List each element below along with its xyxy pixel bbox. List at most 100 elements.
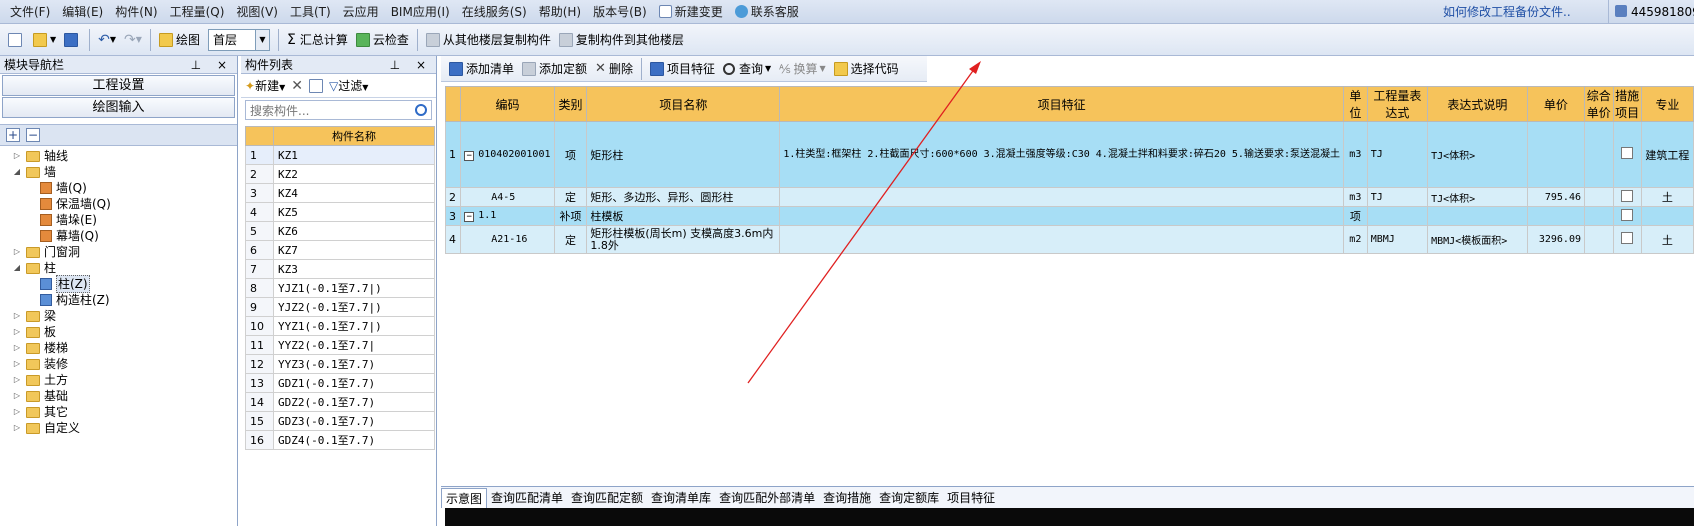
tab-match-bill[interactable]: 查询匹配清单	[487, 488, 567, 508]
component-name[interactable]: GDZ3(-0.1至7.7)	[273, 411, 435, 431]
copy-to-floor-button[interactable]: 复制构件到其他楼层	[555, 28, 688, 52]
bill-comp-price[interactable]	[1584, 187, 1614, 207]
menu-bim[interactable]: BIM应用(I)	[385, 0, 456, 24]
menu-version[interactable]: 版本号(B)	[587, 0, 653, 24]
component-row[interactable]: 5 KZ6	[245, 221, 435, 241]
tree-item[interactable]: ▷ 楼梯	[0, 340, 237, 356]
copy-icon[interactable]	[308, 78, 323, 93]
pin-close-icon[interactable]: ⊥ ×	[191, 56, 237, 73]
bill-price[interactable]	[1526, 206, 1586, 226]
component-row[interactable]: 1 KZ1	[245, 145, 435, 165]
select-code-button[interactable]: 选择代码	[830, 57, 903, 81]
component-row[interactable]: 6 KZ7	[245, 240, 435, 260]
component-name[interactable]: YYZ2(-0.1至7.7|	[273, 335, 435, 355]
bill-name[interactable]: 柱模板	[586, 206, 781, 226]
bill-code-cell[interactable]: −010402001001	[460, 121, 555, 188]
measure-checkbox[interactable]	[1621, 232, 1634, 244]
floor-select[interactable]: 首层 ▼	[207, 28, 270, 51]
measure-checkbox[interactable]	[1621, 189, 1634, 202]
save-button[interactable]	[60, 28, 85, 52]
bill-unit[interactable]: m3	[1342, 187, 1368, 207]
tree-item[interactable]: ◢ 墙	[0, 164, 237, 180]
component-name[interactable]: KZ4	[273, 183, 435, 203]
expand-toggle-icon[interactable]: ▷	[12, 388, 22, 404]
component-name[interactable]: YJZ2(-0.1至7.7|)	[273, 297, 435, 317]
bill-type[interactable]: 定	[553, 225, 588, 254]
menu-cloud[interactable]: 云应用	[337, 0, 385, 24]
item-feature-button[interactable]: 项目特征	[646, 57, 719, 81]
menu-online[interactable]: 在线服务(S)	[456, 0, 533, 24]
bill-expression-desc[interactable]: MBMJ<模板面积>	[1427, 225, 1528, 254]
tree-item[interactable]: ▷ 自定义	[0, 420, 237, 436]
bill-feature[interactable]	[779, 206, 1344, 226]
bill-row[interactable]: 1 −010402001001 项 矩形柱 1.柱类型:框架柱 2.柱截面尺寸:…	[444, 121, 1694, 188]
expand-toggle-icon[interactable]: ▷	[12, 404, 22, 420]
component-row[interactable]: 2 KZ2	[245, 164, 435, 184]
component-row[interactable]: 4 KZ5	[245, 202, 435, 222]
copy-from-floor-button[interactable]: 从其他楼层复制构件	[422, 28, 555, 52]
tree-item[interactable]: 构造柱(Z)	[0, 292, 237, 308]
expand-toggle-icon[interactable]: ▷	[12, 244, 22, 260]
bill-name[interactable]: 矩形、多边形、异形、圆形柱	[586, 187, 781, 207]
bill-row[interactable]: 4 A21-16 定 矩形柱模板(周长m) 支模高度3.6m内 1.8外 m2 …	[444, 225, 1694, 254]
bill-code[interactable]: A21-16	[460, 225, 555, 254]
bill-type[interactable]: 定	[553, 187, 588, 207]
collapse-icon[interactable]: −	[464, 150, 475, 161]
bill-price[interactable]: 3296.09	[1526, 225, 1586, 254]
measure-checkbox[interactable]	[1621, 208, 1634, 221]
bill-major[interactable]	[1640, 206, 1694, 226]
bill-major[interactable]: 土	[1640, 187, 1694, 207]
bill-major[interactable]: 土	[1640, 225, 1694, 254]
tab-query-measures[interactable]: 查询措施	[819, 488, 875, 508]
component-row[interactable]: 11 YYZ2(-0.1至7.7|	[245, 335, 435, 355]
component-name[interactable]: KZ6	[273, 221, 435, 241]
draw-button[interactable]: 绘图	[155, 28, 204, 52]
tab-diagram[interactable]: 示意图	[441, 488, 488, 508]
component-name[interactable]: YYZ1(-0.1至7.7|)	[273, 316, 435, 336]
tree-item[interactable]: ▷ 门窗洞	[0, 244, 237, 260]
bill-type[interactable]: 项	[553, 121, 588, 188]
bill-code-cell[interactable]: −1.1	[460, 206, 555, 226]
collapse-all-icon[interactable]: −	[26, 128, 40, 142]
tree-item[interactable]: 柱(Z)	[0, 275, 237, 293]
measure-checkbox[interactable]	[1621, 147, 1634, 159]
bill-name[interactable]: 矩形柱模板(周长m) 支模高度3.6m内 1.8外	[586, 225, 781, 254]
component-name[interactable]: KZ5	[273, 202, 435, 222]
component-search-input[interactable]: 搜索构件...	[245, 100, 432, 120]
tree-item[interactable]: ▷ 板	[0, 324, 237, 340]
component-name[interactable]: YYZ3(-0.1至7.7)	[273, 354, 435, 374]
menu-help[interactable]: 帮助(H)	[533, 0, 587, 24]
delete-icon[interactable]: ✕	[291, 78, 303, 94]
expand-toggle-icon[interactable]: ▷	[12, 372, 22, 388]
add-quota-button[interactable]: 添加定额	[518, 57, 591, 81]
tree-item[interactable]: 幕墙(Q)	[0, 228, 237, 244]
bill-feature[interactable]	[779, 187, 1344, 207]
component-row[interactable]: 12 YYZ3(-0.1至7.7)	[245, 354, 435, 374]
bill-major[interactable]: 建筑工程	[1640, 121, 1694, 188]
menu-edit[interactable]: 编辑(E)	[56, 0, 109, 24]
expand-toggle-icon[interactable]: ▷	[12, 308, 22, 324]
tree-item[interactable]: ◢ 柱	[0, 260, 237, 276]
component-row[interactable]: 9 YJZ2(-0.1至7.7|)	[245, 297, 435, 317]
component-name[interactable]: YJZ1(-0.1至7.7|)	[273, 278, 435, 298]
bill-comp-price[interactable]	[1584, 121, 1614, 188]
component-name[interactable]: KZ2	[273, 164, 435, 184]
component-name[interactable]: GDZ1(-0.1至7.7)	[273, 373, 435, 393]
bill-unit[interactable]: m3	[1342, 121, 1368, 188]
convert-button[interactable]: ⅍ 换算 ▼	[775, 57, 830, 81]
redo-button[interactable]: ↷ ▼	[120, 28, 146, 52]
expand-toggle-icon[interactable]: ▷	[12, 324, 22, 340]
menu-new-change[interactable]: 新建变更	[653, 0, 729, 24]
bill-unit[interactable]: 项	[1342, 206, 1368, 226]
component-name[interactable]: GDZ4(-0.1至7.7)	[273, 430, 435, 450]
bill-row[interactable]: 3 −1.1 补项 柱模板 项	[444, 206, 1694, 226]
bill-comp-price[interactable]	[1584, 225, 1614, 254]
tree-item[interactable]: ▷ 其它	[0, 404, 237, 420]
expand-toggle-icon[interactable]: ▷	[12, 420, 22, 436]
bill-expression[interactable]: TJ	[1366, 121, 1429, 188]
query-button[interactable]: 查询 ▼	[719, 57, 775, 81]
bill-expression[interactable]	[1366, 206, 1429, 226]
tab-match-external-bill[interactable]: 查询匹配外部清单	[715, 488, 819, 508]
tree-item[interactable]: ▷ 轴线	[0, 148, 237, 164]
project-settings-button[interactable]: 工程设置	[2, 75, 235, 96]
